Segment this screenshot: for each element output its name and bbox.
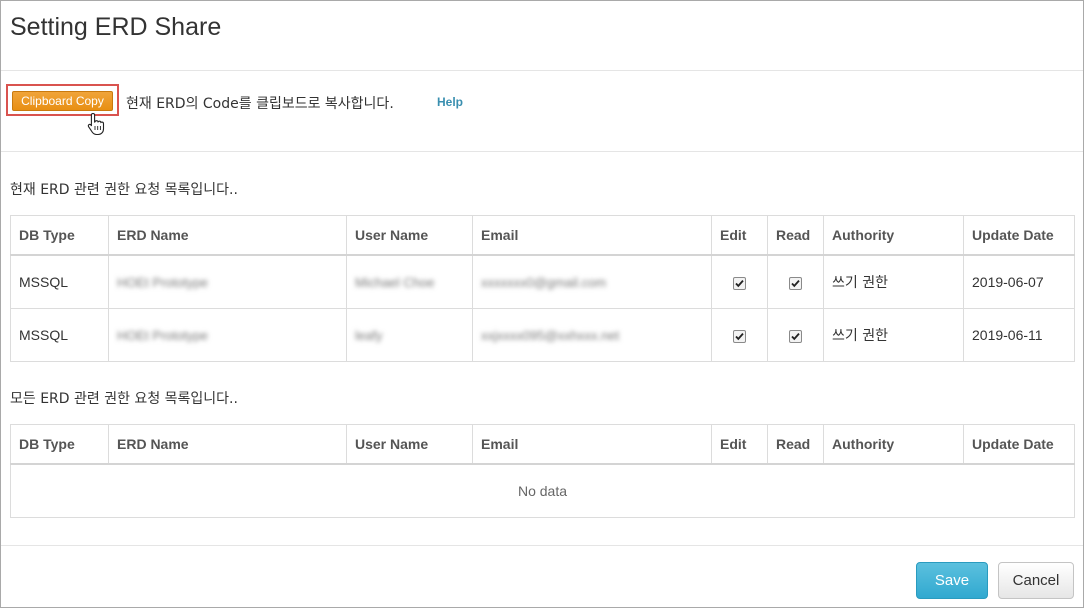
current-requests-table: DB Type ERD Name User Name Email Edit Re… (10, 215, 1075, 362)
column-header[interactable]: User Name (346, 424, 473, 465)
user-name-redacted: leafy (355, 328, 383, 343)
column-header[interactable]: User Name (346, 215, 473, 256)
footer-divider (1, 545, 1083, 546)
check-icon (735, 280, 744, 288)
column-header[interactable]: DB Type (10, 424, 109, 465)
edit-checkbox[interactable] (733, 277, 746, 290)
column-header[interactable]: Edit (711, 424, 768, 465)
edit-cell (711, 308, 768, 362)
email-cell: xxxxxxx0@gmail.com (472, 254, 712, 309)
column-header[interactable]: Email (472, 215, 712, 256)
column-header[interactable]: Read (767, 424, 824, 465)
email-redacted: xxjxxxx095@xxhxxx.net (481, 328, 620, 343)
all-requests-table: DB Type ERD Name User Name Email Edit Re… (10, 424, 1075, 518)
table-header-row: DB Type ERD Name User Name Email Edit Re… (10, 424, 1075, 465)
help-link[interactable]: Help (437, 95, 463, 109)
erd-name-cell: HOEt Prototype (108, 308, 347, 362)
user-name-cell: leafy (346, 308, 473, 362)
column-header[interactable]: DB Type (10, 215, 109, 256)
table-header-row: DB Type ERD Name User Name Email Edit Re… (10, 215, 1075, 256)
column-header[interactable]: Authority (823, 424, 964, 465)
update-date-cell: 2019-06-11 (963, 308, 1075, 362)
update-date-cell: 2019-06-07 (963, 254, 1075, 309)
db-type-cell: MSSQL (10, 254, 109, 309)
edit-cell (711, 254, 768, 309)
column-header[interactable]: Edit (711, 215, 768, 256)
column-header[interactable]: Email (472, 424, 712, 465)
empty-row: No data (10, 463, 1075, 518)
hand-cursor-icon (87, 112, 105, 136)
check-icon (791, 333, 800, 341)
read-cell (767, 254, 824, 309)
current-requests-heading: 현재 ERD 관련 권한 요청 목록입니다.. (10, 182, 238, 198)
column-header[interactable]: Read (767, 215, 824, 256)
read-checkbox[interactable] (789, 330, 802, 343)
all-requests-heading: 모든 ERD 관련 권한 요청 목록입니다.. (10, 391, 238, 407)
header-divider (1, 70, 1083, 71)
table-row[interactable]: MSSQL HOEt Prototype Michael Choe xxxxxx… (10, 254, 1075, 309)
section-divider (1, 151, 1083, 152)
erd-name-cell: HOEt Prototype (108, 254, 347, 309)
column-header[interactable]: Authority (823, 215, 964, 256)
column-header[interactable]: Update Date (963, 424, 1075, 465)
column-header[interactable]: Update Date (963, 215, 1075, 256)
read-cell (767, 308, 824, 362)
erd-name-redacted: HOEt Prototype (117, 275, 209, 290)
user-name-cell: Michael Choe (346, 254, 473, 309)
cancel-button[interactable]: Cancel (998, 562, 1074, 599)
email-redacted: xxxxxxx0@gmail.com (481, 275, 607, 290)
clipboard-description: 현재 ERD의 Code를 클립보드로 복사합니다. (126, 96, 394, 112)
authority-cell: 쓰기 권한 (823, 254, 964, 309)
no-data-message: No data (10, 463, 1075, 518)
authority-cell: 쓰기 권한 (823, 308, 964, 362)
column-header[interactable]: ERD Name (108, 424, 347, 465)
share-dialog: Setting ERD Share Clipboard Copy 현재 ERD의… (0, 0, 1084, 608)
email-cell: xxjxxxx095@xxhxxx.net (472, 308, 712, 362)
user-name-redacted: Michael Choe (355, 275, 435, 290)
save-button[interactable]: Save (916, 562, 988, 599)
table-row[interactable]: MSSQL HOEt Prototype leafy xxjxxxx095@xx… (10, 308, 1075, 362)
column-header[interactable]: ERD Name (108, 215, 347, 256)
check-icon (791, 280, 800, 288)
check-icon (735, 333, 744, 341)
clipboard-copy-button[interactable]: Clipboard Copy (12, 91, 113, 111)
dialog-title: Setting ERD Share (10, 13, 222, 41)
edit-checkbox[interactable] (733, 330, 746, 343)
db-type-cell: MSSQL (10, 308, 109, 362)
read-checkbox[interactable] (789, 277, 802, 290)
erd-name-redacted: HOEt Prototype (117, 328, 209, 343)
